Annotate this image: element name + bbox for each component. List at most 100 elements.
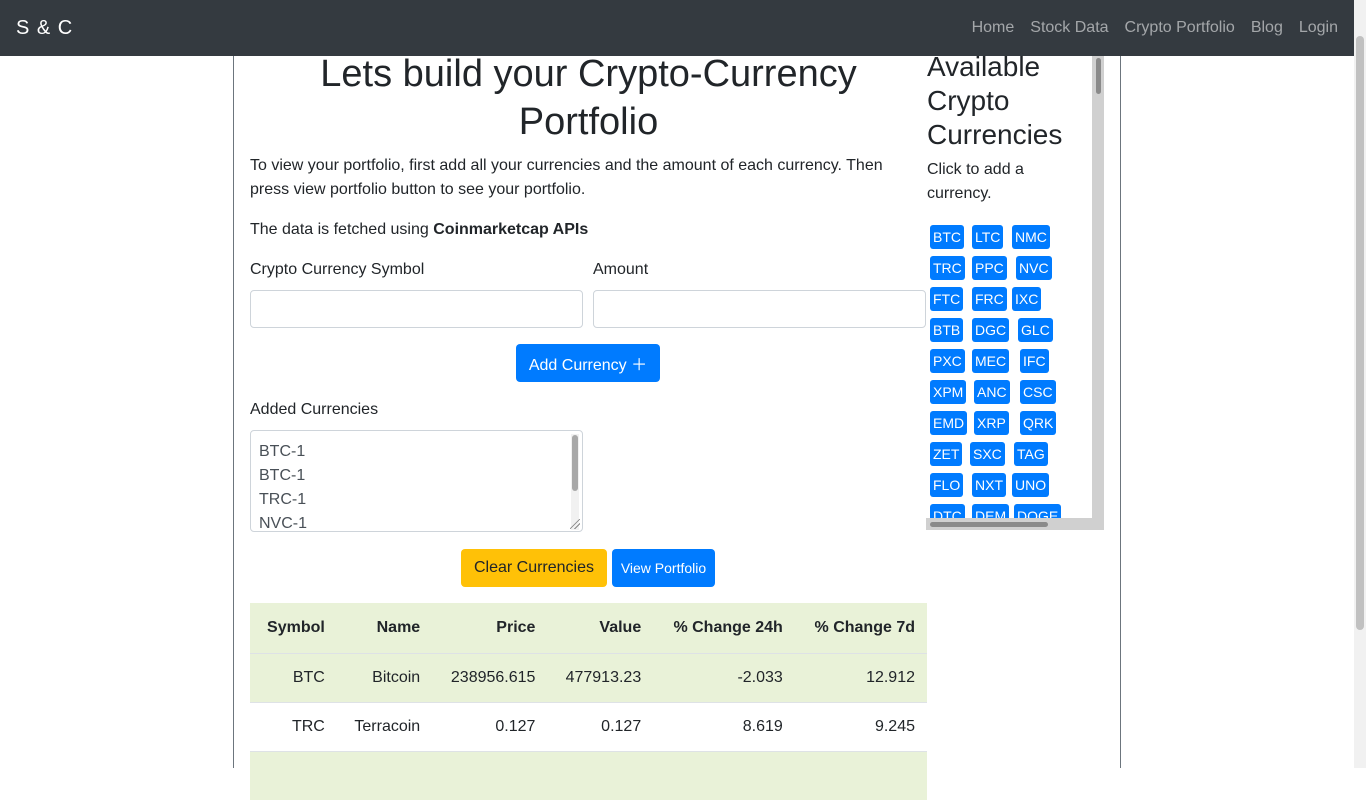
column-header: Value [599,618,642,636]
table-cell: TRC [291,717,325,735]
portfolio-table: Symbol Name Price Value % Change 24h % C… [250,603,927,800]
currency-badge-qrk[interactable]: QRK [1020,411,1057,435]
table-cell: 8.619 [742,717,783,735]
currency-badge-dgc[interactable]: DGC [972,318,1010,342]
table-cell [547,751,653,800]
table-cell: Bitcoin [372,668,421,686]
currency-badge-nmc[interactable]: NMC [1012,225,1050,249]
column-header: % Change 7d [814,618,915,636]
currency-badge-ixc[interactable]: IXC [1012,287,1042,311]
table-cell: 0.127 [495,717,536,735]
badge-row: BTC LTC NMC [930,225,1090,256]
added-currencies-label: Added Currencies [250,401,379,418]
textarea-scroll-thumb[interactable] [572,435,578,491]
currency-badge-emd[interactable]: EMD [930,411,968,435]
add-currency-button[interactable]: Add Currency ＋ [516,344,660,382]
currency-badge-flo[interactable]: FLO [930,473,964,497]
nav-link-stock-data[interactable]: Stock Data [1030,19,1108,37]
currency-badge-trc[interactable]: TRC [930,256,965,280]
resize-grip-icon[interactable] [570,519,580,529]
currency-badge-btb[interactable]: BTB [930,318,964,342]
table-header-row: Symbol Name Price Value % Change 24h % C… [250,603,927,653]
currency-badge-xpm[interactable]: XPM [930,380,967,404]
badge-row: PXC MEC IFC [930,349,1090,380]
badge-row: FLO NXT UNO [930,473,1090,504]
nav-link-login[interactable]: Login [1299,19,1338,37]
table-cell [795,751,927,800]
side-horizontal-scroll-thumb[interactable] [930,522,1048,527]
currency-badge-csc[interactable]: CSC [1020,380,1056,404]
table-cell: 0.127 [601,717,642,735]
data-source-text: The data is fetched using Coinmarketcap … [250,218,588,242]
table-cell [250,751,337,800]
currency-badge-ifc[interactable]: IFC [1020,349,1049,373]
currency-badge-ltc[interactable]: LTC [972,225,1004,249]
amount-label: Amount [593,261,649,278]
side-vertical-scroll-thumb[interactable] [1096,58,1101,94]
added-item: NVC-1 [259,515,308,532]
nav-link-crypto-portfolio[interactable]: Crypto Portfolio [1125,19,1235,37]
page-scroll-thumb[interactable] [1356,36,1364,630]
table-cell: 238956.615 [450,668,536,686]
currency-badge-ppc[interactable]: PPC [972,256,1007,280]
badge-row: EMD XRP QRK [930,411,1090,442]
added-item: BTC-1 [259,467,306,484]
table-row: BTC Bitcoin 238956.615 477913.23 -2.033 … [250,653,927,702]
badge-row: XPM ANC CSC [930,380,1090,411]
view-portfolio-button[interactable]: View Portfolio [612,549,715,587]
nav-link-home[interactable]: Home [972,19,1015,37]
currency-badge-sxc[interactable]: SXC [970,442,1005,466]
table-cell [653,751,795,800]
table-cell: 12.912 [866,668,915,686]
clear-currencies-button[interactable]: Clear Currencies [461,549,607,587]
column-header: Price [496,618,536,636]
data-source-prefix: The data is fetched using [250,221,434,238]
side-vertical-scrollbar[interactable] [1092,56,1104,526]
table-cell: 9.245 [874,717,915,735]
page-container: Lets build your Crypto-Currency Portfoli… [233,53,1121,800]
currency-badge-xrp[interactable]: XRP [974,411,1009,435]
table-cell: BTC [292,668,325,686]
added-currencies-textarea[interactable]: BTC-1 BTC-1 TRC-1 NVC-1 [250,430,583,532]
currency-badge-ftc[interactable]: FTC [930,287,964,311]
currency-badge-mec[interactable]: MEC [972,349,1010,373]
currency-badge-uno[interactable]: UNO [1012,473,1050,497]
data-source-name: Coinmarketcap APIs [433,221,589,238]
column-header: Name [376,618,421,636]
currency-badge-tag[interactable]: TAG [1014,442,1048,466]
symbol-label: Crypto Currency Symbol [250,261,425,278]
table-cell: -2.033 [737,668,783,686]
nav-links: Home Stock Data Crypto Portfolio Blog Lo… [956,0,1338,56]
page-title: Lets build your Crypto-Currency Portfoli… [320,53,857,143]
currency-badge-pxc[interactable]: PXC [930,349,965,373]
badge-row: BTB DGC GLC [930,318,1090,349]
table-row: TRC Terracoin 0.127 0.127 8.619 9.245 [250,702,927,751]
table-row [250,751,927,800]
available-currencies-panel[interactable]: Available Crypto Currencies Click to add… [926,56,1104,530]
navbar: S & C Home Stock Data Crypto Portfolio B… [0,0,1366,56]
currency-badge-zet[interactable]: ZET [930,442,963,466]
table-cell: 477913.23 [565,668,642,686]
currency-badge-glc[interactable]: GLC [1018,318,1053,342]
table-cell [337,751,432,800]
currency-badge-nxt[interactable]: NXT [972,473,1006,497]
added-item: BTC-1 [259,443,306,460]
column-header: Symbol [267,618,325,636]
side-title: Available Crypto Currencies [927,56,1063,150]
brand-logo[interactable]: S & C [16,16,73,40]
badge-row: TRC PPC NVC [930,256,1090,287]
badge-row: FTC FRC IXC [930,287,1090,318]
badge-row: ZET SXC TAG [930,442,1090,473]
table-cell: Terracoin [354,717,421,735]
amount-input[interactable] [593,290,926,328]
intro-text: To view your portfolio, first add all yo… [250,157,883,198]
currency-badge-btc[interactable]: BTC [930,225,964,249]
symbol-input[interactable] [250,290,583,328]
nav-link-blog[interactable]: Blog [1251,19,1283,37]
currency-badge-list: BTC LTC NMC TRC PPC NVC FTC FRC IXC BTB DGC GLC PXC M… [930,225,1090,530]
currency-badge-nvc[interactable]: NVC [1016,256,1052,280]
currency-badge-anc[interactable]: ANC [974,380,1010,404]
table-cell [432,751,547,800]
added-item: TRC-1 [259,491,307,508]
currency-badge-frc[interactable]: FRC [972,287,1007,311]
